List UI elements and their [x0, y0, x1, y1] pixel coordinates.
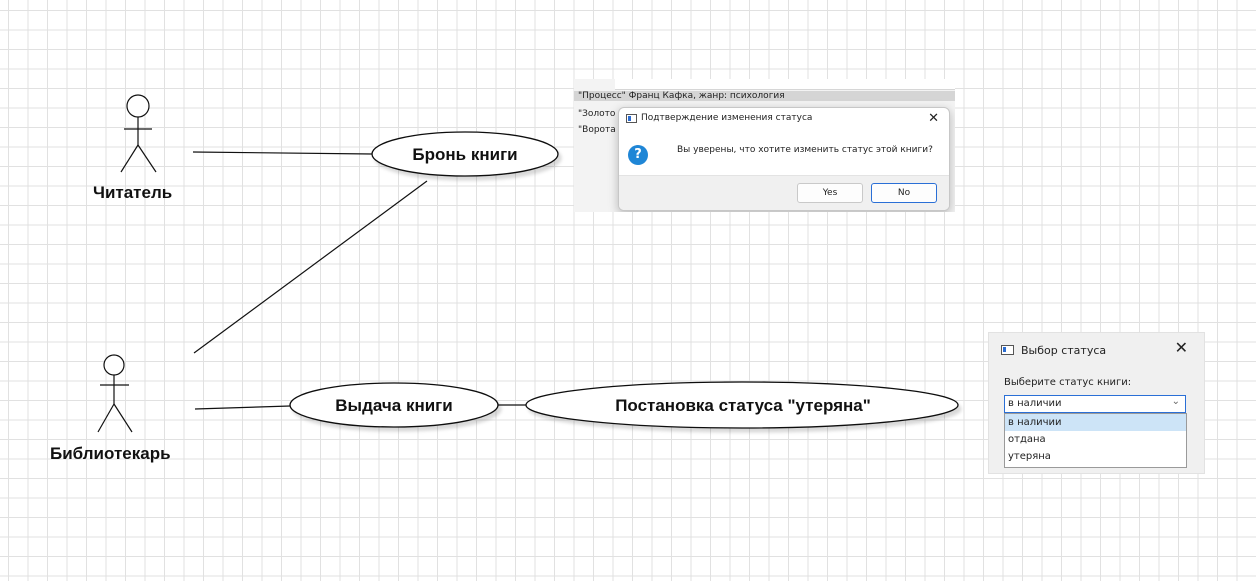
status-dialog-titlebar: Выбор статуса ✕ — [989, 333, 1204, 367]
actor-librarian-figure — [97, 354, 133, 433]
status-dialog-screenshot: Выбор статуса ✕ Выберите статус книги: в… — [988, 332, 1205, 474]
close-icon[interactable]: ✕ — [928, 111, 939, 126]
use-case-reserve-label: Бронь книги — [412, 145, 518, 164]
list-item[interactable]: "Золото — [578, 109, 615, 119]
window-icon — [626, 114, 637, 123]
yes-button[interactable]: Yes — [797, 183, 863, 203]
chevron-down-icon: ⌄ — [1171, 396, 1180, 407]
association-librarian-reserve — [193, 180, 428, 354]
association-librarian-issue — [194, 405, 291, 410]
list-item[interactable]: "Процесс" Франц Кафка, жанр: психология — [574, 91, 955, 101]
status-select-value: в наличии — [1008, 398, 1062, 409]
status-option[interactable]: в наличии — [1005, 414, 1186, 431]
status-dropdown-list: в наличии отдана утеряна — [1004, 413, 1187, 468]
list-item[interactable]: "Ворота — [578, 125, 616, 135]
actor-reader-figure — [120, 94, 157, 173]
confirm-dialog-titlebar: Подтверждение изменения статуса ✕ — [619, 108, 949, 130]
close-icon[interactable]: ✕ — [1175, 338, 1188, 357]
confirm-button-bar: Yes No — [619, 175, 949, 210]
confirm-dialog-title: Подтверждение изменения статуса — [641, 113, 813, 123]
use-case-lost-label: Постановка статуса "утеряна" — [615, 396, 871, 415]
status-dialog-title: Выбор статуса — [1021, 344, 1107, 357]
actor-reader-label: Читатель — [93, 183, 173, 202]
use-case-issue-label: Выдача книги — [335, 396, 453, 415]
no-button[interactable]: No — [871, 183, 937, 203]
question-icon: ? — [628, 145, 648, 165]
confirm-message: Вы уверены, что хотите изменить статус э… — [677, 145, 933, 155]
confirm-dialog: Подтверждение изменения статуса ✕ ? Вы у… — [618, 107, 950, 211]
status-select[interactable]: в наличии ⌄ — [1004, 395, 1186, 413]
confirm-dialog-screenshot: "Процесс" Франц Кафка, жанр: психология … — [574, 79, 955, 212]
app-topbar — [615, 79, 955, 90]
window-icon — [1001, 345, 1014, 355]
status-option[interactable]: утеряна — [1005, 448, 1186, 465]
actor-librarian-label: Библиотекарь — [50, 444, 171, 463]
diagram-canvas: Читатель Библиотекарь Бронь книги Выдача… — [0, 0, 1256, 581]
status-prompt: Выберите статус книги: — [1004, 377, 1132, 388]
status-option[interactable]: отдана — [1005, 431, 1186, 448]
association-reader-reserve — [192, 151, 373, 155]
